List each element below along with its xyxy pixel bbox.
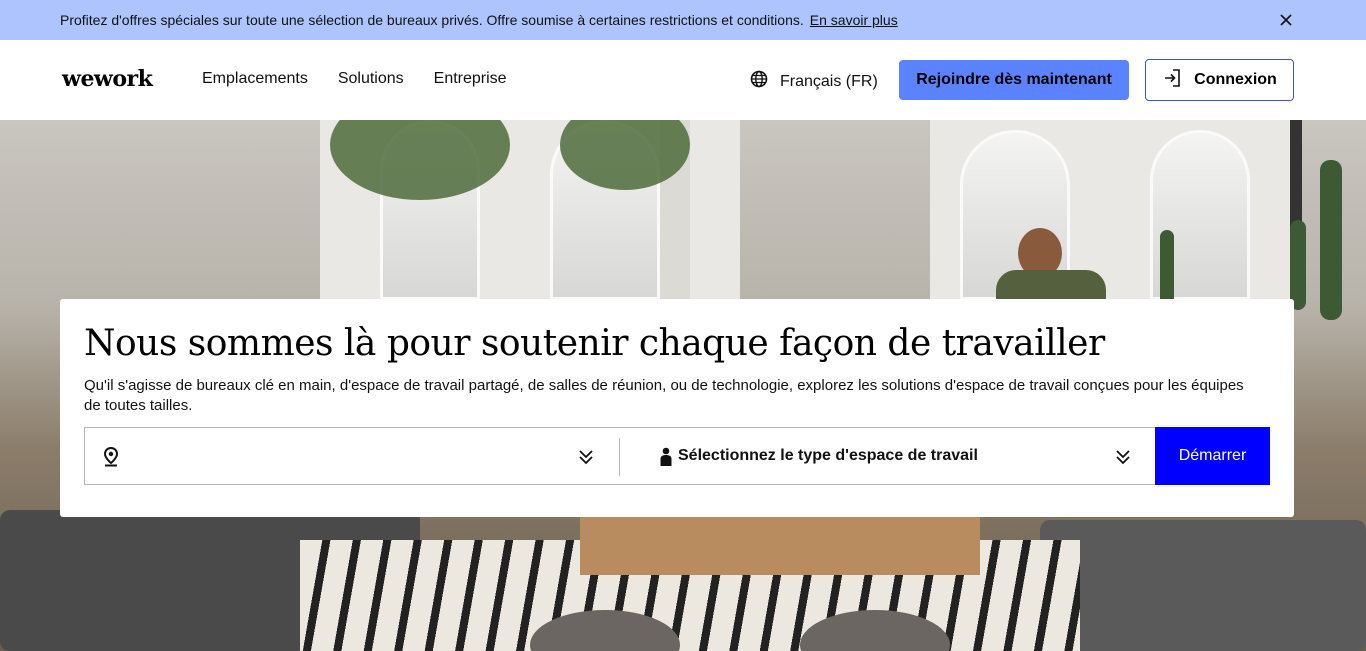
workspace-type-dropdown[interactable]: Sélectionnez le type d'espace de travail [620,427,1155,485]
promo-banner: Profitez d'offres spéciales sur toute un… [0,0,1366,40]
globe-icon [750,70,768,93]
language-label: Français (FR) [780,72,878,90]
person-icon [656,447,676,467]
login-button[interactable]: Connexion [1145,59,1294,101]
location-dropdown[interactable] [84,427,620,485]
login-label: Connexion [1194,71,1277,88]
location-pin-icon [101,447,121,467]
nav-item-entreprise[interactable]: Entreprise [434,70,507,88]
close-icon[interactable] [1276,10,1296,30]
sign-in-icon [1162,68,1182,93]
join-now-button[interactable]: Rejoindre dès maintenant [899,60,1129,100]
main-nav: Emplacements Solutions Entreprise [202,70,507,88]
chevron-double-down-icon [1115,448,1131,466]
start-button[interactable]: Démarrer [1155,427,1270,485]
hero-search-card: Nous sommes là pour soutenir chaque faço… [60,299,1294,517]
nav-item-emplacements[interactable]: Emplacements [202,70,308,88]
nav-item-solutions[interactable]: Solutions [338,70,404,88]
workspace-type-label: Sélectionnez le type d'espace de travail [678,447,978,464]
promo-learn-more-link[interactable]: En savoir plus [810,12,898,28]
hero-title: Nous sommes là pour soutenir chaque faço… [84,323,1105,364]
promo-text: Profitez d'offres spéciales sur toute un… [60,12,804,28]
hero-description: Qu'il s'agisse de bureaux clé en main, d… [84,377,1244,414]
site-header: wework Emplacements Solutions Entreprise… [0,40,1366,120]
wework-logo[interactable]: wework [62,66,153,92]
workspace-search-form: Sélectionnez le type d'espace de travail… [84,427,1270,485]
chevron-double-down-icon [578,448,594,466]
language-selector[interactable]: Français (FR) [750,70,878,93]
